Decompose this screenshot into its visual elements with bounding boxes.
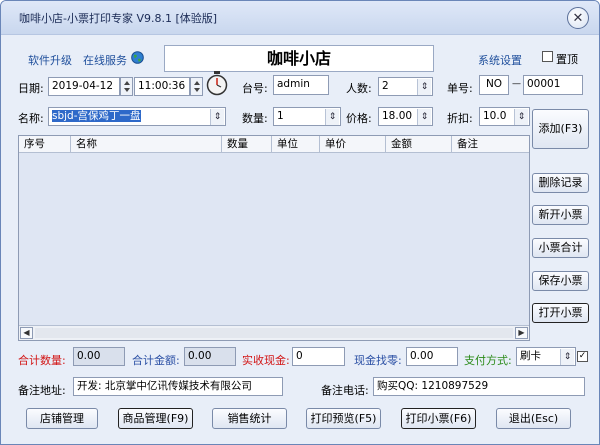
order-number-field[interactable]: 00001 bbox=[523, 75, 583, 95]
product-management-button[interactable]: 商品管理(F9) bbox=[118, 408, 193, 429]
title-bar: 咖啡小店-小票打印专家 V9.8.1 [体验版] ✕ bbox=[1, 1, 599, 35]
phone-field[interactable]: 购买QQ: 1210897529 bbox=[373, 377, 585, 396]
col-remark[interactable]: 备注 bbox=[452, 136, 529, 153]
people-label: 人数: bbox=[346, 82, 372, 95]
payment-method-label: 支付方式: bbox=[464, 354, 512, 367]
close-button[interactable]: ✕ bbox=[567, 7, 589, 29]
scroll-thumb[interactable] bbox=[35, 328, 513, 338]
chevron-down-icon: ⇕ bbox=[210, 109, 224, 125]
grid-header: 序号 名称 数量 单位 单价 金额 备注 bbox=[19, 136, 529, 153]
change-label: 现金找零: bbox=[354, 354, 402, 367]
delete-record-button[interactable]: 删除记录 bbox=[532, 173, 589, 193]
total-amount-field: 0.00 bbox=[184, 347, 236, 366]
exit-button[interactable]: 退出(Esc) bbox=[496, 408, 571, 429]
order-label: 单号: bbox=[447, 82, 473, 95]
items-grid[interactable]: 序号 名称 数量 单位 单价 金额 备注 ◀ ▶ bbox=[18, 135, 530, 341]
qty-value: 1 bbox=[277, 110, 284, 122]
shop-management-button[interactable]: 店铺管理 bbox=[26, 408, 98, 429]
order-prefix-field[interactable]: NO bbox=[479, 75, 509, 95]
discount-value: 10.0 bbox=[483, 110, 507, 122]
new-ticket-button[interactable]: 新开小票 bbox=[532, 205, 589, 225]
received-cash-label: 实收现金: bbox=[242, 354, 290, 367]
chevron-down-icon: ⇕ bbox=[325, 109, 339, 125]
payment-method-value: 刷卡 bbox=[520, 350, 541, 362]
table-label: 台号: bbox=[242, 82, 268, 95]
discount-label: 折扣: bbox=[447, 112, 473, 125]
ticket-total-button[interactable]: 小票合计 bbox=[532, 238, 589, 258]
people-value: 2 bbox=[382, 80, 389, 92]
save-ticket-button[interactable]: 保存小票 bbox=[532, 271, 589, 291]
print-preview-button[interactable]: 打印预览(F5) bbox=[306, 408, 381, 429]
col-name[interactable]: 名称 bbox=[71, 136, 222, 153]
time-field[interactable]: 11:00:36 bbox=[134, 77, 190, 96]
qty-label: 数量: bbox=[242, 112, 268, 125]
close-icon: ✕ bbox=[572, 10, 584, 26]
col-index[interactable]: 序号 bbox=[19, 136, 71, 153]
address-label: 备注地址: bbox=[18, 384, 66, 397]
phone-label: 备注电话: bbox=[321, 384, 369, 397]
change-field[interactable]: 0.00 bbox=[406, 347, 458, 366]
topmost-checkbox[interactable] bbox=[542, 51, 553, 62]
date-spinner[interactable] bbox=[120, 77, 133, 96]
add-button[interactable]: 添加(F3) bbox=[532, 109, 589, 149]
col-unit[interactable]: 单位 bbox=[272, 136, 320, 153]
payment-method-select[interactable]: 刷卡 ⇕ bbox=[516, 347, 576, 366]
received-cash-field[interactable]: 0 bbox=[292, 347, 345, 366]
open-ticket-button[interactable]: 打开小票 bbox=[532, 303, 589, 323]
app-window: 咖啡小店-小票打印专家 V9.8.1 [体验版] ✕ 软件升级 在线服务 咖啡小… bbox=[0, 0, 600, 445]
upgrade-link[interactable]: 软件升级 bbox=[28, 52, 72, 68]
time-spinner[interactable] bbox=[190, 77, 203, 96]
product-name-select[interactable]: sbjd-宫保鸡丁一盘 ⇕ bbox=[48, 107, 226, 126]
address-field[interactable]: 开发: 北京掌中亿讯传媒技术有限公司 bbox=[73, 377, 283, 396]
price-select[interactable]: 18.00 ⇕ bbox=[378, 107, 433, 126]
globe-icon[interactable] bbox=[131, 51, 144, 64]
date-field[interactable]: 2019-04-12 bbox=[48, 77, 120, 96]
online-service-link[interactable]: 在线服务 bbox=[83, 52, 127, 68]
total-amount-label: 合计金额: bbox=[132, 354, 180, 367]
product-name-value: sbjd-宫保鸡丁一盘 bbox=[52, 110, 141, 122]
payment-checkbox[interactable]: ✓ bbox=[577, 351, 588, 362]
order-dash: — bbox=[512, 79, 521, 89]
table-field[interactable]: admin bbox=[273, 75, 329, 95]
total-qty-label: 合计数量: bbox=[18, 354, 66, 367]
chevron-down-icon: ⇕ bbox=[560, 349, 574, 365]
price-value: 18.00 bbox=[382, 110, 413, 122]
chevron-down-icon: ⇕ bbox=[417, 109, 431, 125]
col-qty[interactable]: 数量 bbox=[222, 136, 272, 153]
price-label: 价格: bbox=[346, 112, 372, 125]
sales-stats-button[interactable]: 销售统计 bbox=[212, 408, 287, 429]
people-select[interactable]: 2 ⇕ bbox=[378, 77, 433, 96]
print-ticket-button[interactable]: 打印小票(F6) bbox=[401, 408, 476, 429]
name-label: 名称: bbox=[18, 112, 44, 125]
col-amount[interactable]: 金额 bbox=[386, 136, 452, 153]
qty-select[interactable]: 1 ⇕ bbox=[273, 107, 341, 126]
col-unit-price[interactable]: 单价 bbox=[320, 136, 386, 153]
date-label: 日期: bbox=[18, 82, 44, 95]
horizontal-scrollbar[interactable]: ◀ ▶ bbox=[19, 325, 529, 340]
total-qty-field: 0.00 bbox=[73, 347, 125, 366]
settings-link[interactable]: 系统设置 bbox=[478, 52, 522, 68]
stopwatch-icon[interactable] bbox=[205, 70, 229, 96]
shop-name: 咖啡小店 bbox=[164, 45, 434, 72]
discount-select[interactable]: 10.0 ⇕ bbox=[479, 107, 530, 126]
window-title: 咖啡小店-小票打印专家 V9.8.1 [体验版] bbox=[19, 12, 218, 25]
scroll-right-icon[interactable]: ▶ bbox=[515, 327, 528, 339]
scroll-left-icon[interactable]: ◀ bbox=[20, 327, 33, 339]
chevron-down-icon: ⇕ bbox=[417, 79, 431, 95]
topmost-label: 置顶 bbox=[556, 53, 578, 66]
chevron-down-icon: ⇕ bbox=[514, 109, 528, 125]
